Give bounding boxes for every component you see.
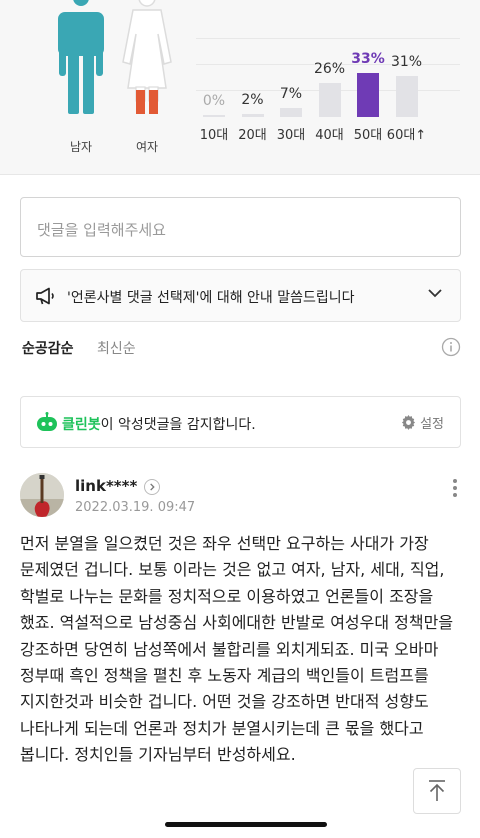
guitar-avatar-image	[20, 473, 64, 517]
female-figure-icon	[122, 0, 172, 114]
settings-label: 설정	[420, 417, 444, 432]
age-group-label: 60대↑	[386, 128, 427, 143]
age-bar-1	[241, 114, 264, 117]
comment-timestamp: 2022.03.19. 09:47	[75, 500, 196, 515]
notice-text: '언론사별 댓글 선택제'에 대해 안내 말씀드립니다	[67, 290, 355, 306]
cleanbot-message: 클린봇이 악성댓글을 감지합니다.	[62, 414, 256, 434]
age-bar-0	[203, 115, 225, 117]
arrow-up-icon	[429, 780, 445, 801]
female-label: 여자	[135, 140, 159, 154]
age-bar-3	[318, 82, 341, 117]
demographic-stats: 남자 여자 0% 10대 2% 20대 7% 30대 26% 40대 33% 50대 31% 60대↑	[0, 0, 480, 175]
male-figure-icon	[58, 0, 104, 114]
info-icon[interactable]	[441, 337, 461, 357]
sort-by-latest[interactable]: 최신순	[97, 338, 136, 358]
megaphone-icon	[36, 287, 54, 305]
cleanbot-brand: 클린봇	[62, 417, 101, 433]
cleanbot-message-text: 이 악성댓글을 감지합니다.	[100, 417, 256, 433]
male-label: 남자	[69, 140, 93, 154]
age-bar-5	[395, 76, 418, 117]
age-percent-label: 7%	[279, 85, 303, 102]
age-percent-label: 31%	[390, 54, 423, 71]
comment-input-placeholder: 댓글을 입력해주세요	[37, 221, 166, 239]
comment-body: 먼저 분열을 일으켰던 것은 좌우 선택만 요구하는 사대가 가장 문제였던 겁…	[20, 534, 454, 765]
comment-input[interactable]: 댓글을 입력해주세요	[20, 197, 461, 257]
comment-username[interactable]: link****	[75, 477, 137, 495]
avatar[interactable]	[20, 473, 64, 517]
home-indicator	[165, 822, 327, 827]
gear-icon	[402, 415, 416, 430]
chevron-down-icon[interactable]	[428, 288, 442, 298]
age-bar-2	[280, 107, 302, 117]
cleanbot-settings-button[interactable]: 설정	[401, 413, 444, 432]
grid-line	[196, 38, 460, 39]
sort-by-likes[interactable]: 순공감순	[22, 338, 74, 358]
chevron-right-icon[interactable]	[144, 479, 160, 495]
more-options-icon[interactable]	[450, 478, 460, 500]
cleanbot-banner: 클린봇이 악성댓글을 감지합니다. 설정	[20, 396, 461, 448]
cleanbot-icon	[37, 412, 57, 431]
age-bar-4	[357, 73, 379, 117]
scroll-to-top-button[interactable]	[413, 768, 461, 814]
comment-policy-notice[interactable]: '언론사별 댓글 선택제'에 대해 안내 말씀드립니다	[20, 269, 461, 322]
